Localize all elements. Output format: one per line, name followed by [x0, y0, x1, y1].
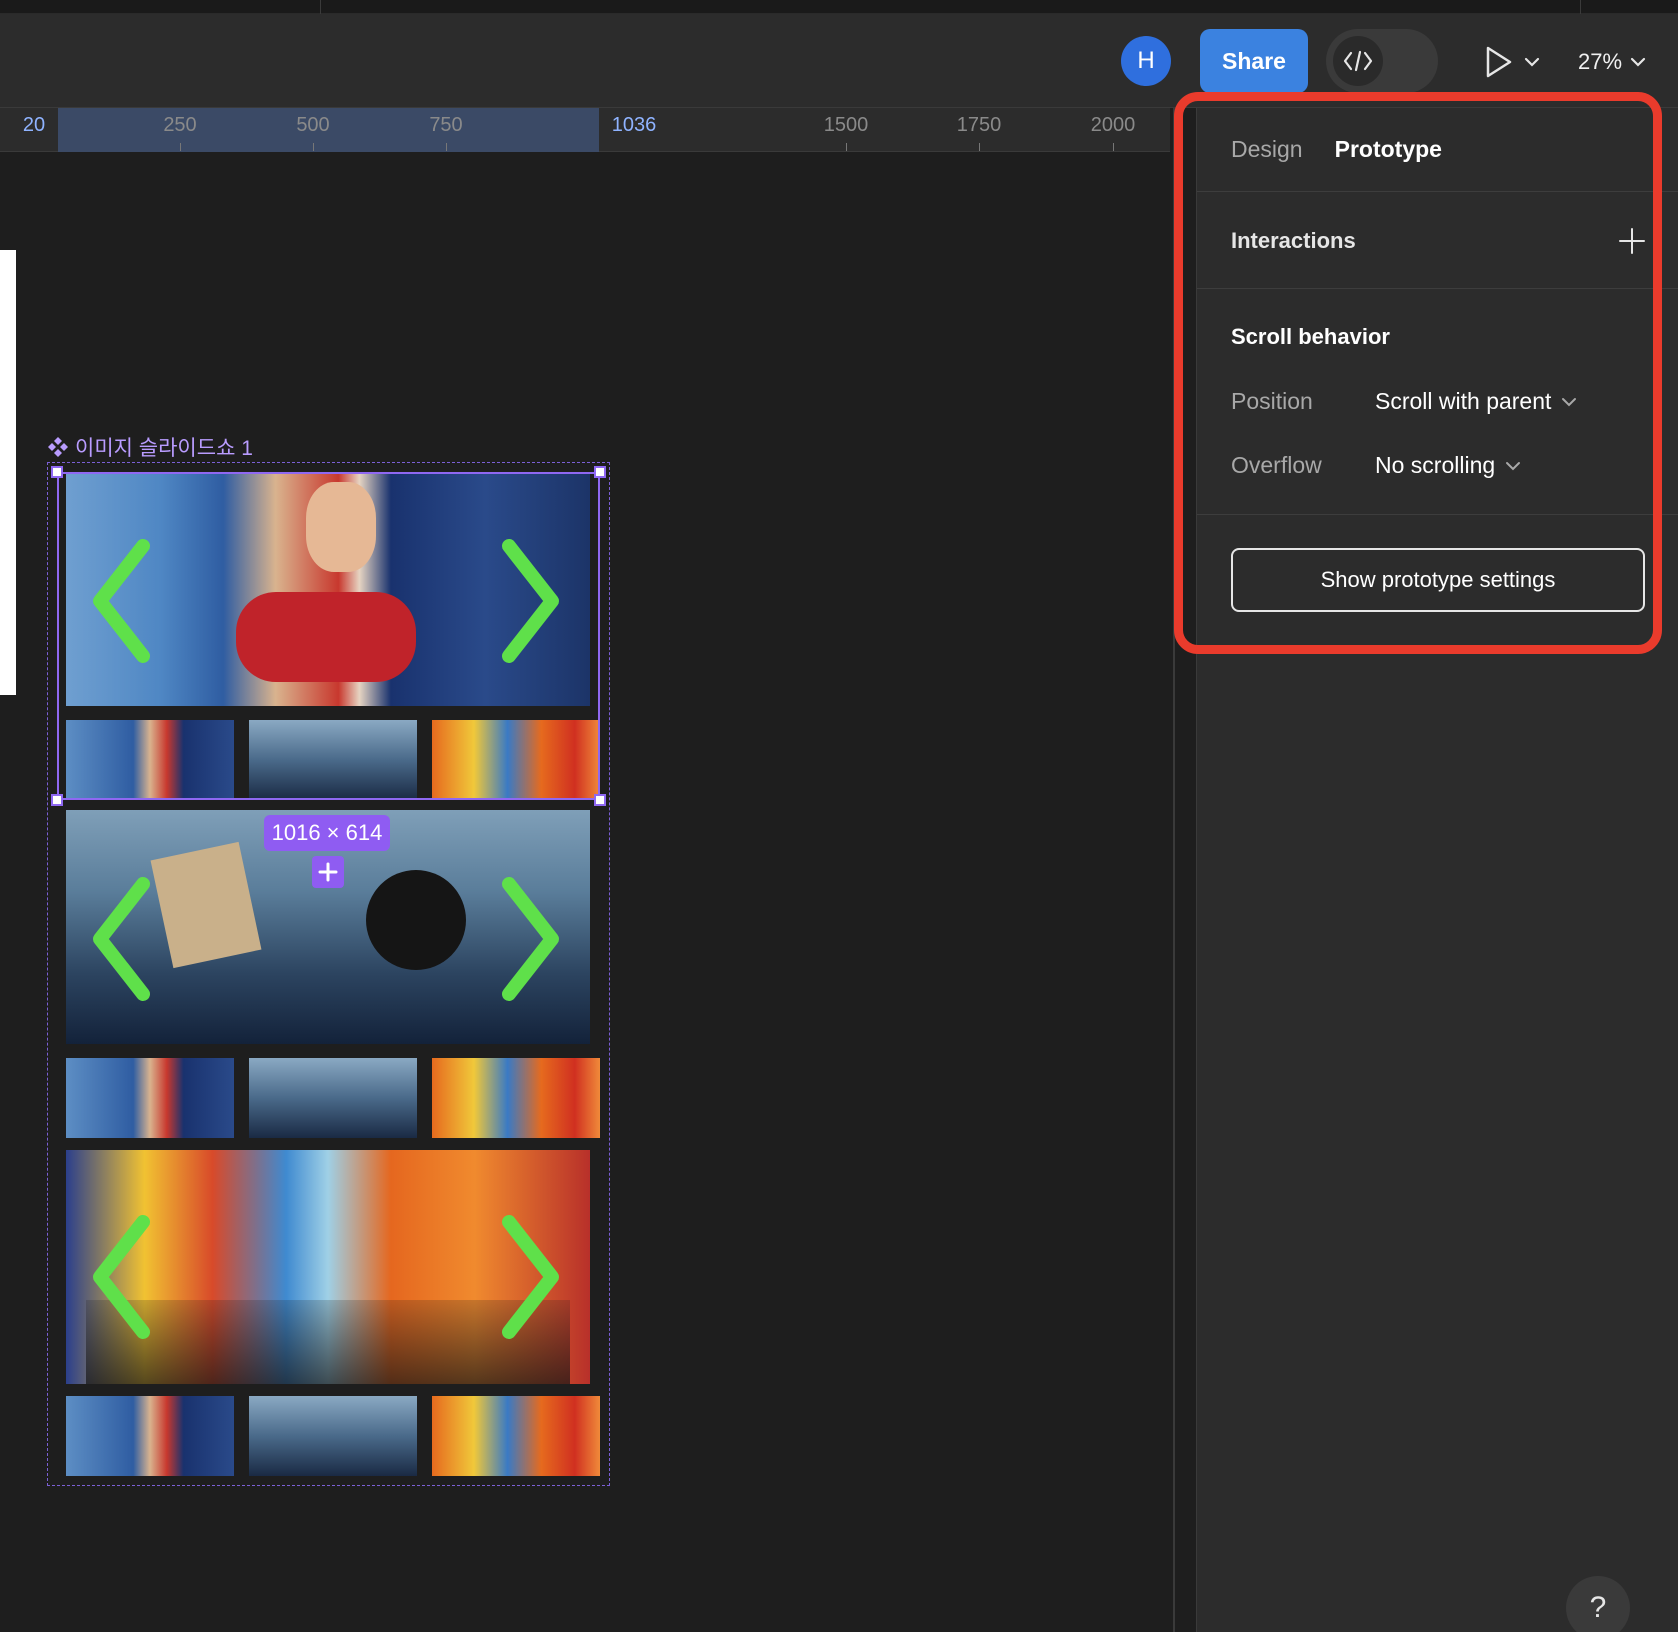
ruler-tick: 1036: [611, 114, 657, 136]
chevron-right-icon[interactable]: [494, 874, 564, 1004]
zoom-level: 27%: [1578, 49, 1623, 74]
top-strip: [0, 0, 1678, 14]
code-icon: [1333, 36, 1383, 86]
ruler-tick: 20: [22, 114, 46, 136]
thumbnail-girl[interactable]: [66, 1058, 234, 1138]
offscreen-frame[interactable]: [0, 250, 16, 695]
ruler-mark: [180, 143, 181, 151]
help-button[interactable]: ?: [1566, 1576, 1630, 1632]
resize-handle[interactable]: [51, 794, 63, 806]
thumbnail-girl[interactable]: [66, 1396, 234, 1476]
ruler-tick: 1750: [956, 114, 1002, 136]
component-icon: [48, 437, 68, 457]
size-badge: 1016 × 614: [264, 815, 390, 851]
strip-divider: [320, 0, 321, 14]
resize-handle[interactable]: [51, 466, 63, 478]
chevron-right-icon[interactable]: [494, 1212, 564, 1342]
add-variant-button[interactable]: [312, 856, 344, 888]
dev-mode-toggle[interactable]: [1326, 29, 1438, 93]
slide-shape: [366, 870, 466, 970]
chevron-left-icon[interactable]: [88, 1212, 158, 1342]
thumbnail-map[interactable]: [249, 1396, 417, 1476]
ruler-tick: 500: [296, 114, 330, 136]
ruler-tick: 250: [163, 114, 197, 136]
ruler-tick: 2000: [1090, 114, 1136, 136]
ruler-mark: [846, 143, 847, 151]
slide-shape: [150, 841, 262, 969]
chevron-left-icon[interactable]: [88, 874, 158, 1004]
strip-divider: [1580, 0, 1581, 14]
selection-box[interactable]: [57, 472, 600, 800]
figma-app: H Share 27% 20 250 500 750 1036 1500 175…: [0, 0, 1678, 1632]
component-name: 이미지 슬라이드쇼 1: [75, 437, 253, 460]
present-button[interactable]: [1484, 42, 1544, 82]
ruler-mark: [979, 143, 980, 151]
ruler-mark: [313, 143, 314, 151]
ruler-mark: [446, 143, 447, 151]
zoom-dropdown[interactable]: 27%: [1578, 42, 1646, 82]
resize-handle[interactable]: [594, 466, 606, 478]
component-label[interactable]: 이미지 슬라이드쇼 1: [47, 432, 253, 462]
horizontal-ruler: 20 250 500 750 1036 1500 1750 2000: [0, 108, 1170, 152]
user-avatar[interactable]: H: [1121, 36, 1171, 86]
plus-icon: [318, 862, 338, 882]
play-icon: [1486, 46, 1512, 78]
thumbnail-map[interactable]: [249, 1058, 417, 1138]
ruler-tick: 750: [429, 114, 463, 136]
chevron-down-icon: [1524, 57, 1540, 67]
share-button[interactable]: Share: [1200, 29, 1308, 93]
ruler-tick: 1500: [823, 114, 869, 136]
thumbnail-cyclists[interactable]: [432, 1396, 600, 1476]
thumbnail-cyclists[interactable]: [432, 1058, 600, 1138]
ruler-mark: [1113, 143, 1114, 151]
resize-handle[interactable]: [594, 794, 606, 806]
chevron-down-icon: [1630, 57, 1646, 67]
annotation-highlight: [1174, 92, 1662, 654]
